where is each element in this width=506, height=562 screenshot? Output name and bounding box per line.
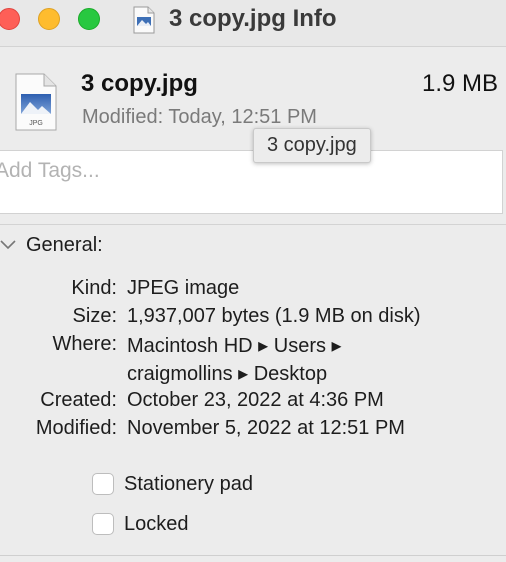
where-value-line1: Macintosh HD ▸ Users ▸ [127, 335, 342, 357]
stationery-pad-checkbox[interactable] [92, 473, 114, 495]
file-type-badge: JPG [29, 120, 43, 127]
title-bar: 3 copy.jpg Info [0, 0, 506, 46]
kind-label: Kind: [71, 277, 117, 299]
file-size-summary: 1.9 MB [421, 70, 498, 97]
chevron-down-icon [0, 240, 16, 250]
kind-value: JPEG image [127, 277, 240, 299]
jpg-file-icon [133, 6, 155, 34]
where-label: Where: [52, 333, 117, 355]
modified-summary: Modified: Today, 12:51 PM [82, 106, 317, 129]
filename-tooltip: 3 copy.jpg [253, 128, 371, 163]
modified-summary-label: Modified: [82, 106, 164, 128]
created-label: Created: [40, 389, 117, 411]
window-title: 3 copy.jpg Info [169, 5, 337, 32]
size-label: Size: [72, 305, 117, 327]
modified-label: Modified: [35, 417, 117, 439]
locked-label: Locked [124, 513, 189, 535]
close-window-button[interactable] [0, 8, 20, 30]
section-separator [0, 224, 506, 225]
zoom-window-button[interactable] [78, 8, 100, 30]
size-value: 1,937,007 bytes (1.9 MB on disk) [127, 305, 421, 327]
title-separator [0, 46, 506, 47]
minimize-window-button[interactable] [38, 8, 60, 30]
modified-value: November 5, 2022 at 12:51 PM [127, 417, 405, 439]
general-section-label: General: [26, 234, 103, 256]
file-name: 3 copy.jpg [81, 70, 198, 97]
tags-input[interactable] [0, 159, 475, 183]
stationery-pad-label: Stationery pad [124, 473, 253, 495]
where-value-line2: craigmollins ▸ Desktop [127, 363, 328, 385]
locked-checkbox[interactable] [92, 513, 114, 535]
created-value: October 23, 2022 at 4:36 PM [127, 389, 384, 411]
tags-field-container [0, 150, 503, 214]
bottom-separator [0, 555, 506, 556]
jpg-file-icon-large: JPG [15, 73, 57, 131]
modified-summary-value: Today, 12:51 PM [168, 106, 317, 128]
